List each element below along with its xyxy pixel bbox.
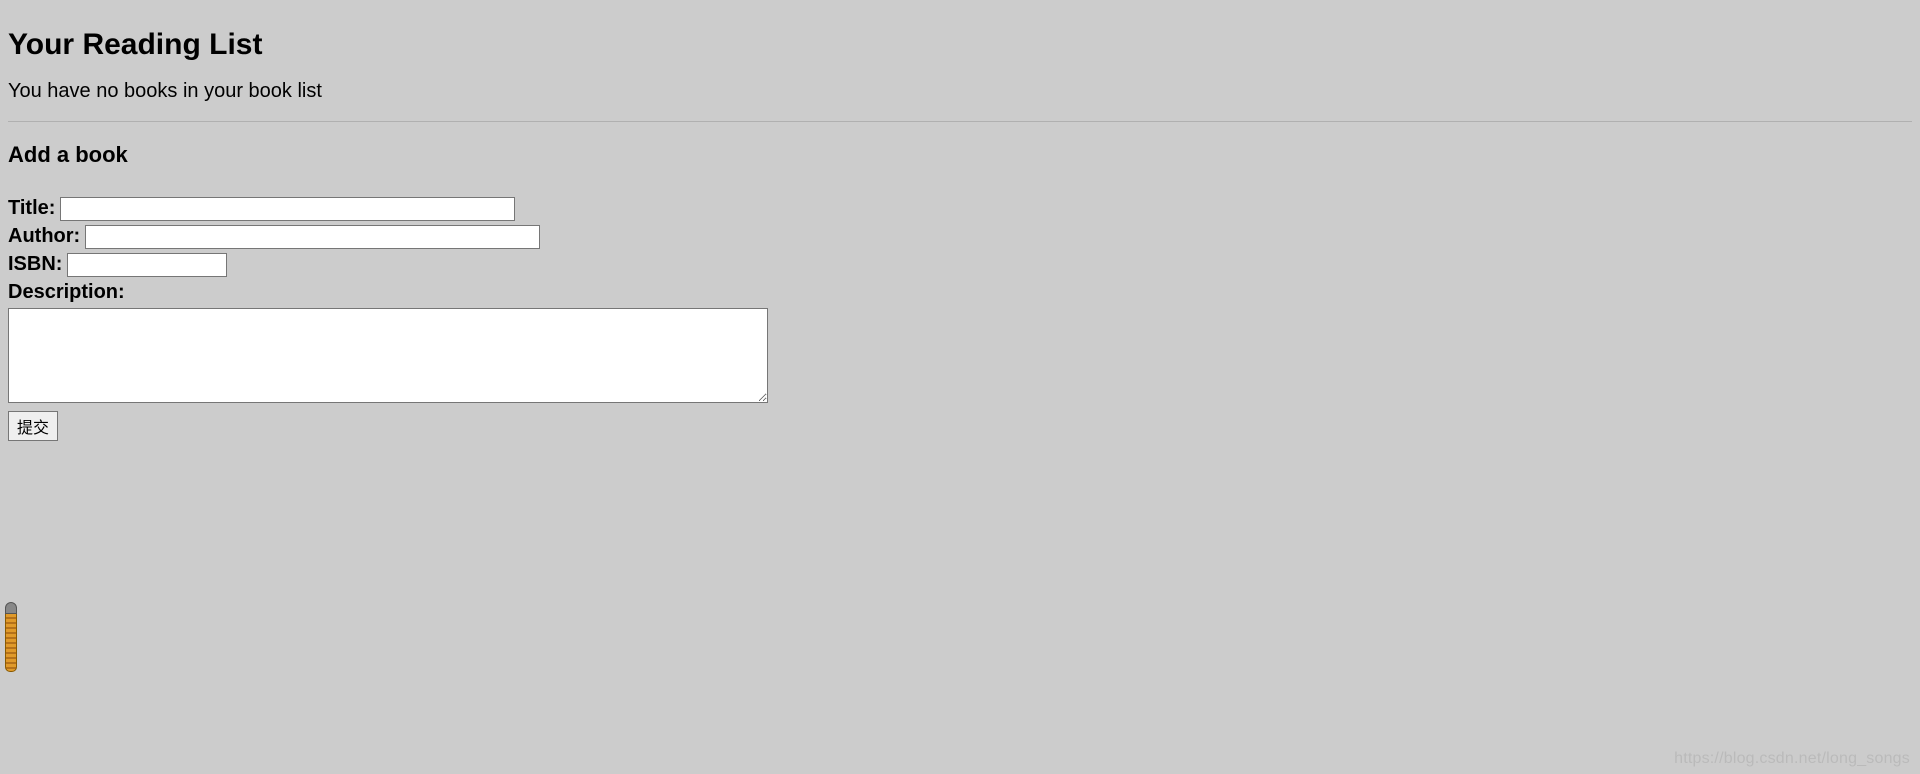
description-label: Description: bbox=[8, 278, 125, 306]
description-textarea[interactable] bbox=[8, 308, 768, 403]
page-title: Your Reading List bbox=[8, 28, 1912, 62]
title-label: Title: bbox=[8, 194, 55, 222]
section-divider bbox=[8, 121, 1912, 122]
author-input[interactable] bbox=[85, 225, 540, 249]
author-label: Author: bbox=[8, 222, 80, 250]
author-row: Author: bbox=[8, 222, 1912, 250]
add-book-heading: Add a book bbox=[8, 142, 1912, 168]
isbn-label: ISBN: bbox=[8, 250, 62, 278]
title-row: Title: bbox=[8, 194, 1912, 222]
title-input[interactable] bbox=[60, 197, 515, 221]
isbn-row: ISBN: bbox=[8, 250, 1912, 278]
isbn-input[interactable] bbox=[67, 253, 227, 277]
description-row: Description: bbox=[8, 278, 1912, 403]
submit-button[interactable]: 提交 bbox=[8, 411, 58, 441]
empty-list-message: You have no books in your book list bbox=[8, 80, 1912, 103]
thermometer-icon bbox=[4, 602, 18, 674]
watermark-text: https://blog.csdn.net/long_songs bbox=[1674, 750, 1910, 768]
